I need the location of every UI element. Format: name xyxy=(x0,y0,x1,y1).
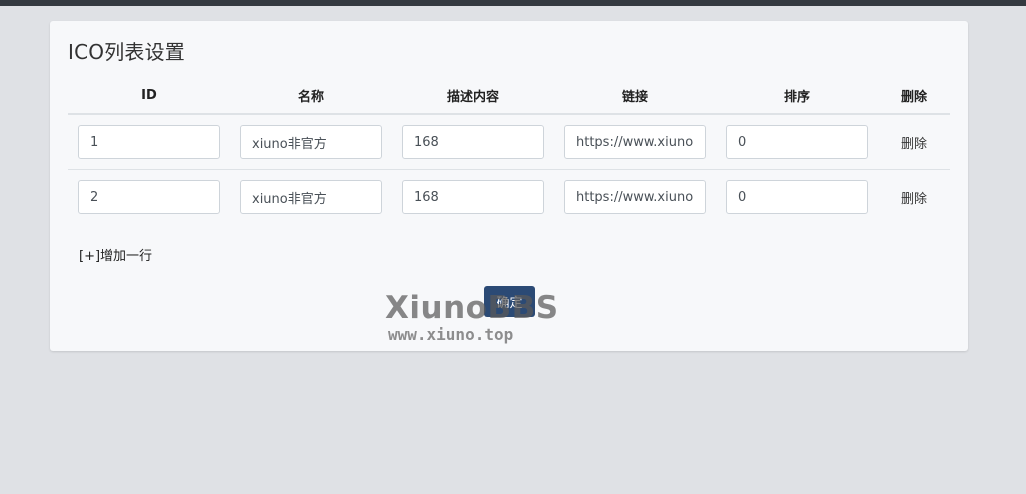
description-input[interactable] xyxy=(402,180,544,214)
watermark-url: www.xiuno.top xyxy=(388,325,514,344)
settings-card: ICO列表设置 ID 名称 描述内容 链接 排序 删除 删除 xyxy=(50,21,968,351)
column-header-link: 链接 xyxy=(554,77,716,115)
table-header-row: ID 名称 描述内容 链接 排序 删除 xyxy=(68,77,950,115)
submit-button[interactable]: 确定 xyxy=(484,286,535,317)
column-header-id: ID xyxy=(68,77,230,115)
id-input[interactable] xyxy=(78,125,220,159)
ico-list-table: ID 名称 描述内容 链接 排序 删除 删除 xyxy=(68,77,950,224)
add-row-link[interactable]: [+]增加一行 xyxy=(79,245,152,264)
column-header-description: 描述内容 xyxy=(392,77,554,115)
page-title: ICO列表设置 xyxy=(68,40,186,64)
description-input[interactable] xyxy=(402,125,544,159)
delete-row-link[interactable]: 删除 xyxy=(901,192,927,207)
id-input[interactable] xyxy=(78,180,220,214)
sort-input[interactable] xyxy=(726,125,868,159)
table-row: 删除 xyxy=(68,170,950,225)
top-navbar xyxy=(0,0,1026,6)
name-input[interactable] xyxy=(240,180,382,214)
column-header-sort: 排序 xyxy=(716,77,878,115)
table-row: 删除 xyxy=(68,114,950,170)
delete-row-link[interactable]: 删除 xyxy=(901,137,927,152)
link-input[interactable] xyxy=(564,180,706,214)
column-header-delete: 删除 xyxy=(878,77,950,115)
sort-input[interactable] xyxy=(726,180,868,214)
column-header-name: 名称 xyxy=(230,77,392,115)
link-input[interactable] xyxy=(564,125,706,159)
name-input[interactable] xyxy=(240,125,382,159)
